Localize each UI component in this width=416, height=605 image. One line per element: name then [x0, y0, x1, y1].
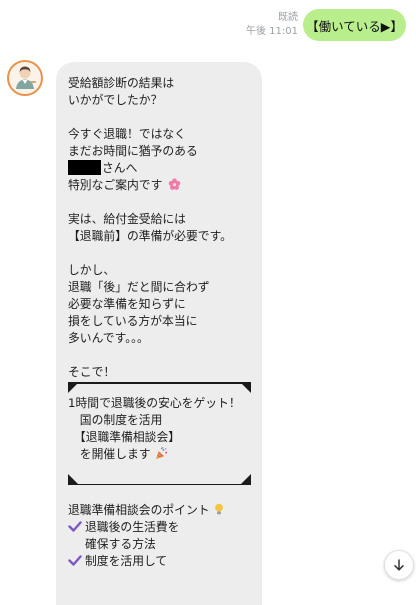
message-line: 特別なご案内です — [68, 177, 250, 194]
chat-screen: 既読 午後 11:01 【働いている▶】 受給額診断の結果は いかがでしたか？ … — [0, 0, 416, 605]
message-line: 退職「後」だと間に合わず — [68, 280, 210, 294]
point-text: 退職後の生活費を — [85, 520, 180, 534]
message-line: まだお時間に猶予のある — [68, 144, 198, 158]
message-line: 実は、給付金受給には — [68, 212, 186, 226]
cherry-blossom-icon — [168, 178, 181, 190]
read-receipt: 既読 — [278, 12, 298, 23]
point-item: 制度を活用して — [68, 553, 250, 570]
box-line: 1時間で退職後の安心をゲット！ — [68, 396, 241, 410]
outgoing-meta: 既読 午後 11:01 — [246, 11, 298, 39]
message-line: 受給額診断の結果は — [68, 76, 175, 90]
person-avatar-icon — [16, 66, 36, 89]
recipient-line: さんへ — [68, 160, 250, 177]
point-item: 退職後の生活費を — [68, 519, 250, 536]
sender-avatar[interactable] — [7, 60, 43, 96]
outgoing-message-text: 【働いている▶】 — [306, 18, 403, 34]
name-suffix: さんへ — [102, 161, 138, 175]
point-text: 制度を活用して — [85, 554, 168, 568]
points-title: 退職準備相談会のポイント — [68, 502, 250, 519]
arrow-down-icon — [394, 559, 404, 571]
message-time: 午後 11:01 — [246, 26, 298, 37]
points-title-text: 退職準備相談会のポイント — [68, 503, 210, 517]
box-line: 国の制度を活用 — [68, 413, 163, 427]
point-item-continued: 確保する方法 — [85, 537, 156, 551]
outgoing-message-bubble[interactable]: 【働いている▶】 — [303, 9, 406, 41]
message-line: しかし、 — [68, 263, 116, 277]
message-line: 【退職前】の準備が必要です。 — [68, 229, 232, 243]
party-popper-icon — [156, 447, 168, 460]
box-line: 【退職準備相談会】 — [68, 430, 181, 444]
special-invite-text: 特別なご案内です — [68, 178, 163, 192]
incoming-message-bubble[interactable]: 受給額診断の結果は いかがでしたか？ 今すぐ退職！ではなく まだお時間に猶予のあ… — [56, 62, 262, 605]
light-bulb-icon — [215, 503, 224, 515]
box-line: を開催します — [68, 446, 251, 463]
box-bottom-border — [68, 474, 251, 485]
announcement-box: 1時間で退職後の安心をゲット！ 国の制度を活用 【退職準備相談会】 を開催します — [68, 382, 251, 485]
check-mark-icon — [68, 555, 82, 566]
message-line: いかがでしたか？ — [68, 93, 163, 107]
box-line-text: を開催します — [68, 447, 151, 461]
message-line: 多いんです。。。 — [68, 331, 149, 345]
message-line: そこで！ — [68, 365, 116, 379]
scroll-to-bottom-button[interactable] — [384, 550, 414, 580]
message-line: 損をしている方が本当に — [68, 314, 198, 328]
message-line: 今すぐ退職！ではなく — [68, 127, 186, 141]
box-top-border — [68, 382, 251, 393]
check-mark-icon — [68, 521, 82, 532]
message-line: 必要な準備を知らずに — [68, 297, 186, 311]
redacted-name — [68, 160, 101, 175]
